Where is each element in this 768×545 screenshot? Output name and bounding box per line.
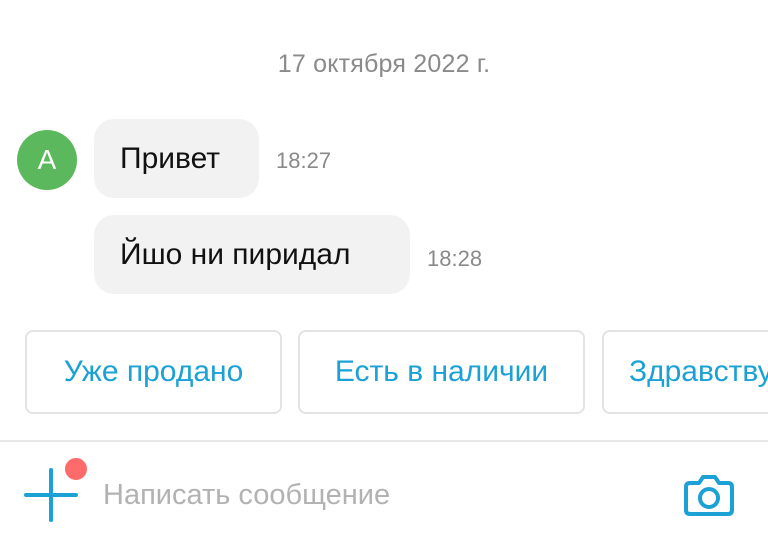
avatar[interactable]: А	[17, 130, 77, 190]
message-time: 18:27	[276, 148, 332, 173]
message-text: Йшо ни пиридал	[120, 237, 351, 271]
message-time: 18:28	[427, 246, 483, 271]
quick-reply-sold-button[interactable]: Уже продано	[25, 330, 282, 414]
quick-reply-hello-button[interactable]: Здравствуйте	[602, 330, 768, 414]
camera-icon[interactable]	[682, 468, 736, 522]
camera-icon-graphic	[684, 475, 734, 516]
quick-reply-in-stock-button[interactable]: Есть в наличии	[298, 330, 585, 414]
message-input[interactable]	[103, 472, 643, 518]
composer-divider	[0, 440, 768, 442]
notification-dot-icon	[63, 456, 89, 482]
plus-icon-vertical-bar	[49, 468, 53, 522]
message-bubble[interactable]: Привет	[94, 119, 259, 198]
message-bubble[interactable]: Йшо ни пиридал	[94, 215, 410, 294]
chat-screen: 17 октября 2022 г. А Привет 18:27 Йшо ни…	[0, 0, 768, 545]
date-separator: 17 октября 2022 г.	[277, 50, 491, 78]
message-text: Привет	[120, 141, 221, 175]
